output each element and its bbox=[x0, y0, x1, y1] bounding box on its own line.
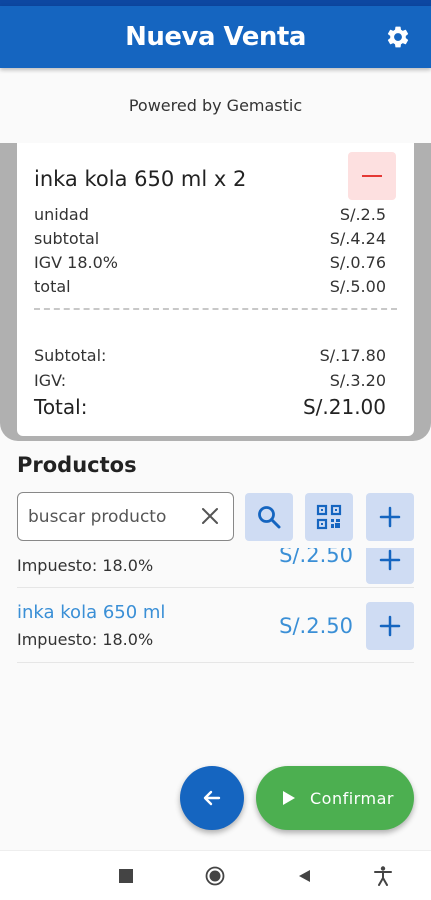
search-field bbox=[17, 492, 234, 541]
summary-value: S/.3.20 bbox=[329, 371, 386, 390]
summary-total: Total: S/.21.00 bbox=[34, 395, 386, 419]
row-value: S/.0.76 bbox=[329, 253, 386, 272]
add-to-sale-button[interactable] bbox=[366, 548, 414, 584]
summary-value: S/.17.80 bbox=[319, 346, 386, 365]
plus-icon bbox=[379, 615, 401, 637]
row-label: IGV 18.0% bbox=[34, 253, 118, 272]
confirm-button[interactable]: Confirmar bbox=[256, 766, 414, 830]
dashed-divider bbox=[34, 308, 397, 310]
search-button[interactable] bbox=[245, 493, 293, 541]
recent-apps-icon[interactable] bbox=[115, 865, 137, 887]
row-label: unidad bbox=[34, 205, 89, 224]
product-tax: Impuesto: 18.0% bbox=[17, 556, 154, 575]
summary-label: IGV: bbox=[34, 371, 67, 390]
add-to-sale-button[interactable] bbox=[366, 602, 414, 650]
row-label: subtotal bbox=[34, 229, 100, 248]
home-icon[interactable] bbox=[204, 865, 226, 887]
minus-icon bbox=[362, 175, 382, 177]
summary-label: Total: bbox=[34, 395, 88, 419]
product-tax: Impuesto: 18.0% bbox=[17, 630, 154, 649]
qr-code-icon bbox=[316, 504, 342, 530]
gear-icon[interactable] bbox=[385, 24, 411, 50]
row-value: S/.5.00 bbox=[329, 277, 386, 296]
app-bar: Nueva Venta bbox=[0, 6, 431, 68]
product-price: S/.2.50 bbox=[279, 614, 353, 638]
remove-item-button[interactable] bbox=[348, 152, 396, 200]
row-value: S/.2.5 bbox=[339, 205, 386, 224]
receipt-row-igv: IGV 18.0% S/.0.76 bbox=[34, 253, 386, 272]
receipt-row-unit: unidad S/.2.5 bbox=[34, 205, 386, 224]
system-nav-bar bbox=[0, 850, 431, 900]
confirm-label: Confirmar bbox=[310, 788, 394, 808]
receipt-card: inka kola 650 ml x 2 unidad S/.2.5 subto… bbox=[17, 143, 414, 436]
product-name: inka kola 650 ml bbox=[17, 602, 166, 623]
receipt-item-title: inka kola 650 ml x 2 bbox=[34, 167, 247, 191]
back-button[interactable] bbox=[180, 766, 244, 830]
row-value: S/.4.24 bbox=[329, 229, 386, 248]
page-title: Nueva Venta bbox=[125, 22, 306, 52]
close-icon[interactable] bbox=[201, 507, 219, 525]
accessibility-icon[interactable] bbox=[372, 865, 394, 887]
product-list: Impuesto: 18.0% S/.2.50 inka kola 650 ml… bbox=[0, 548, 431, 673]
plus-icon bbox=[379, 549, 401, 571]
powered-by-text: Powered by Gemastic bbox=[128, 96, 303, 115]
products-heading: Productos bbox=[17, 453, 137, 477]
search-input[interactable] bbox=[28, 493, 196, 540]
row-label: total bbox=[34, 277, 71, 296]
search-icon bbox=[258, 506, 281, 529]
play-icon bbox=[283, 791, 295, 805]
summary-subtotal: Subtotal: S/.17.80 bbox=[34, 346, 386, 365]
summary-igv: IGV: S/.3.20 bbox=[34, 371, 386, 390]
back-nav-icon[interactable] bbox=[293, 865, 315, 887]
arrow-left-icon bbox=[203, 790, 221, 806]
product-price: S/.2.50 bbox=[279, 548, 353, 567]
receipt-row-total: total S/.5.00 bbox=[34, 277, 386, 296]
list-item[interactable]: Impuesto: 18.0% S/.2.50 bbox=[17, 548, 414, 588]
list-item[interactable]: inka kola 650 ml Impuesto: 18.0% S/.2.50 bbox=[17, 589, 414, 663]
add-product-button[interactable] bbox=[366, 493, 414, 541]
summary-value: S/.21.00 bbox=[302, 395, 386, 419]
receipt-row-subtotal: subtotal S/.4.24 bbox=[34, 229, 386, 248]
plus-icon bbox=[379, 506, 401, 528]
summary-label: Subtotal: bbox=[34, 346, 107, 365]
scan-qr-button[interactable] bbox=[305, 493, 353, 541]
